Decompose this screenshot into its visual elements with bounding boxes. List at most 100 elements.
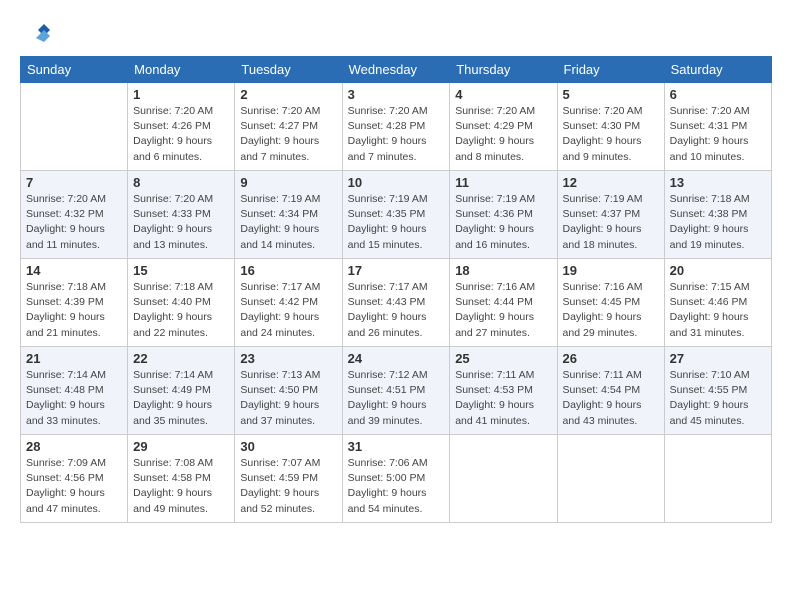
day-info: Sunrise: 7:15 AMSunset: 4:46 PMDaylight:… bbox=[670, 280, 766, 341]
day-number: 30 bbox=[240, 439, 336, 454]
day-info: Sunrise: 7:18 AMSunset: 4:40 PMDaylight:… bbox=[133, 280, 229, 341]
calendar-cell: 18 Sunrise: 7:16 AMSunset: 4:44 PMDayligh… bbox=[450, 259, 557, 347]
calendar-week-2: 7Sunrise: 7:20 AMSunset: 4:32 PMDaylight… bbox=[21, 171, 772, 259]
calendar-cell: 1 Sunrise: 7:20 AMSunset: 4:26 PMDaylight… bbox=[128, 83, 235, 171]
day-number: 10 bbox=[348, 175, 445, 190]
col-header-monday: Monday bbox=[128, 57, 235, 83]
day-number: 8 bbox=[133, 175, 229, 190]
calendar-cell bbox=[21, 83, 128, 171]
calendar-cell: 3 Sunrise: 7:20 AMSunset: 4:28 PMDaylight… bbox=[342, 83, 450, 171]
day-number: 18 bbox=[455, 263, 551, 278]
day-info: Sunrise: 7:18 AMSunset: 4:38 PMDaylight:… bbox=[670, 192, 766, 253]
day-number: 19 bbox=[563, 263, 659, 278]
day-info: Sunrise: 7:19 AMSunset: 4:34 PMDaylight:… bbox=[240, 192, 336, 253]
day-info: Sunrise: 7:14 AMSunset: 4:49 PMDaylight:… bbox=[133, 368, 229, 429]
calendar-table: SundayMondayTuesdayWednesdayThursdayFrid… bbox=[20, 56, 772, 523]
day-info: Sunrise: 7:11 AMSunset: 4:54 PMDaylight:… bbox=[563, 368, 659, 429]
day-number: 16 bbox=[240, 263, 336, 278]
calendar-cell: 28Sunrise: 7:09 AMSunset: 4:56 PMDayligh… bbox=[21, 435, 128, 523]
day-number: 15 bbox=[133, 263, 229, 278]
day-info: Sunrise: 7:19 AMSunset: 4:35 PMDaylight:… bbox=[348, 192, 445, 253]
day-number: 12 bbox=[563, 175, 659, 190]
day-info: Sunrise: 7:11 AMSunset: 4:53 PMDaylight:… bbox=[455, 368, 551, 429]
day-info: Sunrise: 7:20 AMSunset: 4:27 PMDaylight:… bbox=[240, 104, 336, 165]
day-info: Sunrise: 7:17 AMSunset: 4:43 PMDaylight:… bbox=[348, 280, 445, 341]
calendar-cell: 4 Sunrise: 7:20 AMSunset: 4:29 PMDaylight… bbox=[450, 83, 557, 171]
day-number: 14 bbox=[26, 263, 122, 278]
day-info: Sunrise: 7:07 AMSunset: 4:59 PMDaylight:… bbox=[240, 456, 336, 517]
day-info: Sunrise: 7:14 AMSunset: 4:48 PMDaylight:… bbox=[26, 368, 122, 429]
calendar-cell: 8 Sunrise: 7:20 AMSunset: 4:33 PMDaylight… bbox=[128, 171, 235, 259]
calendar-cell: 31 Sunrise: 7:06 AMSunset: 5:00 PMDayligh… bbox=[342, 435, 450, 523]
day-number: 23 bbox=[240, 351, 336, 366]
calendar-cell: 20Sunrise: 7:15 AMSunset: 4:46 PMDayligh… bbox=[664, 259, 771, 347]
day-info: Sunrise: 7:18 AMSunset: 4:39 PMDaylight:… bbox=[26, 280, 122, 341]
calendar-cell: 26Sunrise: 7:11 AMSunset: 4:54 PMDayligh… bbox=[557, 347, 664, 435]
calendar-cell: 17 Sunrise: 7:17 AMSunset: 4:43 PMDayligh… bbox=[342, 259, 450, 347]
calendar-header-row: SundayMondayTuesdayWednesdayThursdayFrid… bbox=[21, 57, 772, 83]
calendar-week-4: 21 Sunrise: 7:14 AMSunset: 4:48 PMDayligh… bbox=[21, 347, 772, 435]
calendar-cell: 6 Sunrise: 7:20 AMSunset: 4:31 PMDaylight… bbox=[664, 83, 771, 171]
day-info: Sunrise: 7:20 AMSunset: 4:33 PMDaylight:… bbox=[133, 192, 229, 253]
day-info: Sunrise: 7:20 AMSunset: 4:28 PMDaylight:… bbox=[348, 104, 445, 165]
header bbox=[20, 16, 772, 46]
col-header-wednesday: Wednesday bbox=[342, 57, 450, 83]
calendar-cell: 30 Sunrise: 7:07 AMSunset: 4:59 PMDayligh… bbox=[235, 435, 342, 523]
day-info: Sunrise: 7:13 AMSunset: 4:50 PMDaylight:… bbox=[240, 368, 336, 429]
calendar-cell: 5Sunrise: 7:20 AMSunset: 4:30 PMDaylight… bbox=[557, 83, 664, 171]
calendar-week-3: 14 Sunrise: 7:18 AMSunset: 4:39 PMDayligh… bbox=[21, 259, 772, 347]
calendar-cell bbox=[664, 435, 771, 523]
calendar-cell: 24 Sunrise: 7:12 AMSunset: 4:51 PMDayligh… bbox=[342, 347, 450, 435]
page: SundayMondayTuesdayWednesdayThursdayFrid… bbox=[0, 0, 792, 612]
day-info: Sunrise: 7:10 AMSunset: 4:55 PMDaylight:… bbox=[670, 368, 766, 429]
col-header-sunday: Sunday bbox=[21, 57, 128, 83]
day-info: Sunrise: 7:16 AMSunset: 4:44 PMDaylight:… bbox=[455, 280, 551, 341]
day-number: 13 bbox=[670, 175, 766, 190]
calendar-week-5: 28Sunrise: 7:09 AMSunset: 4:56 PMDayligh… bbox=[21, 435, 772, 523]
calendar-cell: 15 Sunrise: 7:18 AMSunset: 4:40 PMDayligh… bbox=[128, 259, 235, 347]
calendar-cell: 19 Sunrise: 7:16 AMSunset: 4:45 PMDayligh… bbox=[557, 259, 664, 347]
day-info: Sunrise: 7:06 AMSunset: 5:00 PMDaylight:… bbox=[348, 456, 445, 517]
day-number: 4 bbox=[455, 87, 551, 102]
day-number: 29 bbox=[133, 439, 229, 454]
day-info: Sunrise: 7:08 AMSunset: 4:58 PMDaylight:… bbox=[133, 456, 229, 517]
col-header-tuesday: Tuesday bbox=[235, 57, 342, 83]
day-number: 3 bbox=[348, 87, 445, 102]
day-info: Sunrise: 7:17 AMSunset: 4:42 PMDaylight:… bbox=[240, 280, 336, 341]
logo-icon bbox=[22, 16, 52, 46]
day-number: 2 bbox=[240, 87, 336, 102]
day-info: Sunrise: 7:20 AMSunset: 4:32 PMDaylight:… bbox=[26, 192, 122, 253]
day-number: 17 bbox=[348, 263, 445, 278]
day-info: Sunrise: 7:12 AMSunset: 4:51 PMDaylight:… bbox=[348, 368, 445, 429]
day-info: Sunrise: 7:16 AMSunset: 4:45 PMDaylight:… bbox=[563, 280, 659, 341]
calendar-cell: 21 Sunrise: 7:14 AMSunset: 4:48 PMDayligh… bbox=[21, 347, 128, 435]
day-info: Sunrise: 7:19 AMSunset: 4:36 PMDaylight:… bbox=[455, 192, 551, 253]
day-number: 21 bbox=[26, 351, 122, 366]
calendar-cell: 14 Sunrise: 7:18 AMSunset: 4:39 PMDayligh… bbox=[21, 259, 128, 347]
calendar-cell: 2 Sunrise: 7:20 AMSunset: 4:27 PMDaylight… bbox=[235, 83, 342, 171]
calendar-cell bbox=[557, 435, 664, 523]
day-number: 31 bbox=[348, 439, 445, 454]
day-number: 11 bbox=[455, 175, 551, 190]
day-info: Sunrise: 7:20 AMSunset: 4:29 PMDaylight:… bbox=[455, 104, 551, 165]
calendar-cell: 16 Sunrise: 7:17 AMSunset: 4:42 PMDayligh… bbox=[235, 259, 342, 347]
col-header-thursday: Thursday bbox=[450, 57, 557, 83]
day-info: Sunrise: 7:19 AMSunset: 4:37 PMDaylight:… bbox=[563, 192, 659, 253]
day-number: 1 bbox=[133, 87, 229, 102]
calendar-cell: 22Sunrise: 7:14 AMSunset: 4:49 PMDayligh… bbox=[128, 347, 235, 435]
calendar-cell: 11 Sunrise: 7:19 AMSunset: 4:36 PMDayligh… bbox=[450, 171, 557, 259]
day-number: 9 bbox=[240, 175, 336, 190]
day-info: Sunrise: 7:20 AMSunset: 4:31 PMDaylight:… bbox=[670, 104, 766, 165]
calendar-cell: 9 Sunrise: 7:19 AMSunset: 4:34 PMDaylight… bbox=[235, 171, 342, 259]
day-number: 6 bbox=[670, 87, 766, 102]
calendar-cell: 25 Sunrise: 7:11 AMSunset: 4:53 PMDayligh… bbox=[450, 347, 557, 435]
calendar-cell bbox=[450, 435, 557, 523]
day-info: Sunrise: 7:20 AMSunset: 4:26 PMDaylight:… bbox=[133, 104, 229, 165]
day-number: 25 bbox=[455, 351, 551, 366]
calendar-cell: 27 Sunrise: 7:10 AMSunset: 4:55 PMDayligh… bbox=[664, 347, 771, 435]
day-number: 27 bbox=[670, 351, 766, 366]
calendar-cell: 13 Sunrise: 7:18 AMSunset: 4:38 PMDayligh… bbox=[664, 171, 771, 259]
col-header-saturday: Saturday bbox=[664, 57, 771, 83]
calendar-cell: 12 Sunrise: 7:19 AMSunset: 4:37 PMDayligh… bbox=[557, 171, 664, 259]
day-number: 24 bbox=[348, 351, 445, 366]
